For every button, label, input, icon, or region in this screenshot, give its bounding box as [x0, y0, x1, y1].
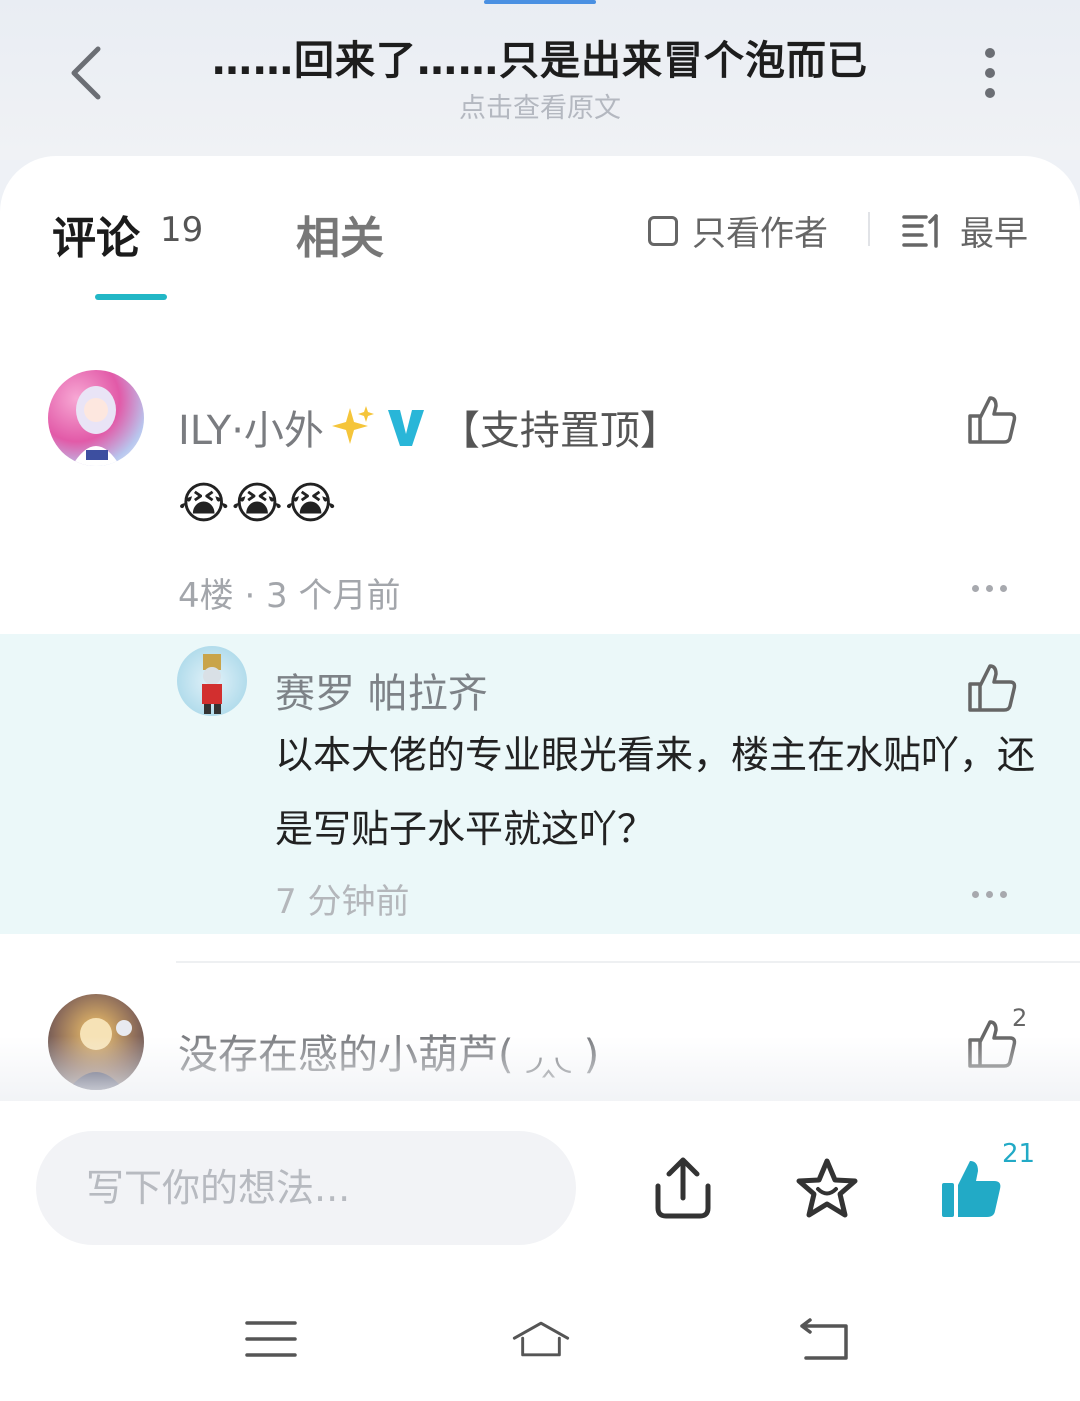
reply-more-button[interactable] [972, 891, 1007, 898]
menu-icon [245, 1321, 297, 1357]
pin-support-tag: 【支持置顶】 [439, 408, 680, 454]
page-title: ……回来了……只是出来冒个泡而已 [212, 38, 868, 84]
star-icon [796, 1158, 858, 1218]
reply-time: 7 分钟前 [275, 882, 410, 922]
tab-comments[interactable]: 评论 [52, 202, 140, 266]
comment-count: 19 [160, 210, 204, 250]
dot [986, 891, 993, 898]
comment-content: 😭😭😭 [178, 478, 339, 529]
dot [985, 88, 995, 98]
thumbs-up-icon [968, 664, 1017, 712]
more-options-button[interactable] [966, 48, 1014, 98]
status-indicator [484, 0, 596, 4]
sort-order-icon [902, 213, 938, 248]
like-post-button[interactable] [936, 1151, 1006, 1227]
tab-related[interactable]: 相关 [296, 202, 384, 266]
nav-home-button[interactable] [511, 1309, 571, 1369]
nav-back-button[interactable] [794, 1309, 854, 1369]
sparkles-icon [331, 406, 374, 444]
active-tab-indicator [95, 294, 167, 300]
dot [1000, 585, 1007, 592]
thumbs-up-filled-icon [942, 1161, 1001, 1217]
share-button[interactable] [648, 1151, 718, 1227]
verified-v-icon [387, 410, 424, 446]
favorite-button[interactable] [792, 1151, 862, 1227]
sort-button[interactable]: 最早 [902, 206, 1028, 255]
avatar-image [202, 654, 222, 714]
username: ILY·小外 [178, 408, 324, 454]
thumbs-up-icon [968, 396, 1017, 444]
comment-author[interactable]: ILY·小外 【支持置顶】 [178, 398, 680, 456]
reply-avatar[interactable] [177, 646, 247, 716]
comment-more-button[interactable] [972, 585, 1007, 592]
nav-menu-button[interactable] [241, 1309, 301, 1369]
comment-sheet: 评论 19 相关 只看作者 最早 ILY·小外 【支持置顶】 😭😭😭 4楼 · … [0, 156, 1080, 1101]
return-icon [800, 1318, 848, 1360]
only-author-toggle[interactable]: 只看作者 [648, 206, 828, 255]
dot [985, 68, 995, 78]
avatar[interactable] [48, 370, 144, 466]
like-count: 2 [1012, 1004, 1028, 1032]
comment-input[interactable]: 写下你的想法... [36, 1131, 576, 1245]
home-icon [512, 1321, 570, 1357]
comment-divider [176, 961, 1080, 963]
reply-like-button[interactable] [966, 662, 1018, 714]
comment-meta: 4楼 · 3 个月前 [178, 576, 401, 616]
dot [985, 48, 995, 58]
divider [868, 212, 870, 246]
dot [1000, 891, 1007, 898]
bottom-action-bar: 写下你的想法... 21 [0, 1101, 1080, 1401]
dot [986, 585, 993, 592]
dot [972, 585, 979, 592]
chevron-left-icon [71, 46, 101, 100]
share-icon [655, 1157, 711, 1219]
scroll-fade [0, 1036, 1080, 1101]
checkbox-icon [648, 215, 678, 246]
back-button[interactable] [55, 40, 115, 106]
dot [972, 891, 979, 898]
post-like-count: 21 [1002, 1139, 1036, 1169]
like-button[interactable] [966, 394, 1018, 446]
only-author-label: 只看作者 [692, 214, 828, 254]
sort-label: 最早 [960, 214, 1028, 254]
reply-content: 以本大佬的专业眼光看来，楼主在水贴吖，还是写贴子水平就这吖？ [275, 733, 1036, 851]
avatar-image [72, 386, 120, 466]
view-original-link[interactable]: 点击查看原文 [150, 86, 930, 125]
reply-author[interactable]: 赛罗 帕拉齐 [275, 661, 488, 719]
